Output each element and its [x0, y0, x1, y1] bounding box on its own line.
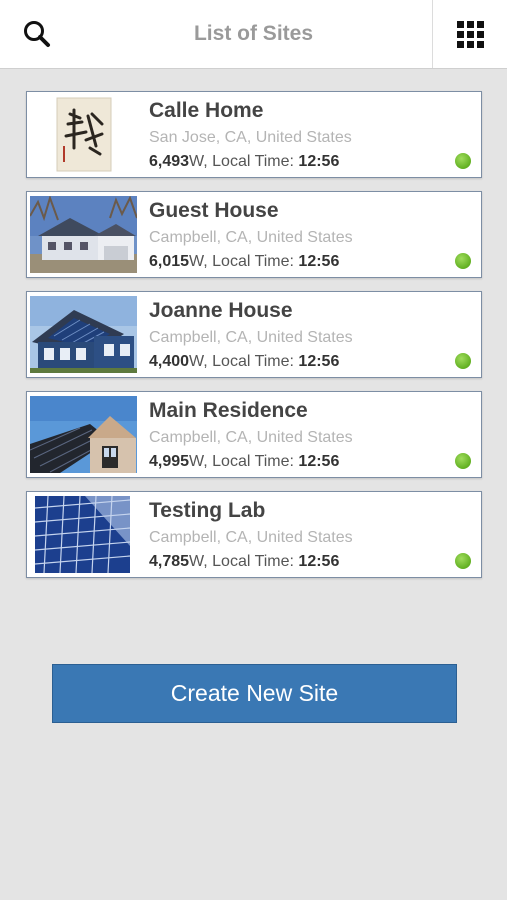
site-card-guest-house[interactable]: Guest House Campbell, CA, United States … — [26, 191, 482, 278]
site-name: Main Residence — [149, 399, 308, 422]
page-title: List of Sites — [193, 22, 314, 45]
create-new-site-button[interactable]: Create New Site — [52, 664, 457, 723]
site-card-testing-lab[interactable]: Testing Lab Campbell, CA, United States … — [26, 491, 482, 578]
site-name: Testing Lab — [149, 499, 266, 522]
site-card-joanne-house[interactable]: Joanne House Campbell, CA, United States… — [26, 291, 482, 378]
status-indicator — [455, 453, 471, 469]
site-location: Campbell, CA, United States — [149, 529, 353, 546]
site-stats: 4,785W, Local Time: 12:56 — [149, 553, 339, 571]
local-time: 12:56 — [298, 453, 340, 470]
status-indicator — [455, 253, 471, 269]
power-unit: W — [189, 153, 204, 170]
site-name: Joanne House — [149, 299, 293, 322]
local-time-label: , Local Time: — [203, 553, 299, 570]
local-time: 12:56 — [298, 253, 340, 270]
top-bar: List of Sites — [0, 0, 507, 69]
site-thumbnail — [30, 96, 137, 173]
search-button[interactable] — [0, 0, 74, 68]
site-location: San Jose, CA, United States — [149, 129, 352, 146]
search-icon — [24, 21, 50, 47]
site-power: 4,400 — [149, 353, 190, 370]
local-time: 12:56 — [298, 553, 340, 570]
site-name: Guest House — [149, 199, 279, 222]
local-time-label: , Local Time: — [203, 353, 299, 370]
site-location: Campbell, CA, United States — [149, 329, 353, 346]
site-card-main-residence[interactable]: Main Residence Campbell, CA, United Stat… — [26, 391, 482, 478]
power-unit: W — [189, 353, 204, 370]
site-stats: 6,015W, Local Time: 12:56 — [149, 253, 339, 271]
power-unit: W — [189, 553, 204, 570]
site-power: 6,015 — [149, 253, 190, 270]
site-stats: 4,995W, Local Time: 12:56 — [149, 453, 339, 471]
site-thumbnail — [30, 496, 137, 573]
site-stats: 6,493W, Local Time: 12:56 — [149, 153, 339, 171]
site-thumbnail — [30, 396, 137, 473]
site-power: 6,493 — [149, 153, 190, 170]
local-time: 12:56 — [298, 353, 340, 370]
local-time-label: , Local Time: — [203, 253, 299, 270]
power-unit: W — [189, 453, 204, 470]
site-thumbnail — [30, 296, 137, 373]
site-list: Calle Home San Jose, CA, United States 6… — [26, 91, 482, 591]
local-time-label: , Local Time: — [203, 153, 299, 170]
local-time-label: , Local Time: — [203, 453, 299, 470]
site-power: 4,785 — [149, 553, 190, 570]
site-name: Calle Home — [149, 99, 264, 122]
status-indicator — [455, 353, 471, 369]
menu-grid-button[interactable] — [432, 0, 507, 68]
site-card-calle-home[interactable]: Calle Home San Jose, CA, United States 6… — [26, 91, 482, 178]
site-thumbnail — [30, 196, 137, 273]
site-power: 4,995 — [149, 453, 190, 470]
grid-icon — [456, 20, 484, 48]
local-time: 12:56 — [298, 153, 340, 170]
status-indicator — [455, 153, 471, 169]
status-indicator — [455, 553, 471, 569]
site-stats: 4,400W, Local Time: 12:56 — [149, 353, 339, 371]
site-location: Campbell, CA, United States — [149, 429, 353, 446]
power-unit: W — [189, 253, 204, 270]
site-location: Campbell, CA, United States — [149, 229, 353, 246]
